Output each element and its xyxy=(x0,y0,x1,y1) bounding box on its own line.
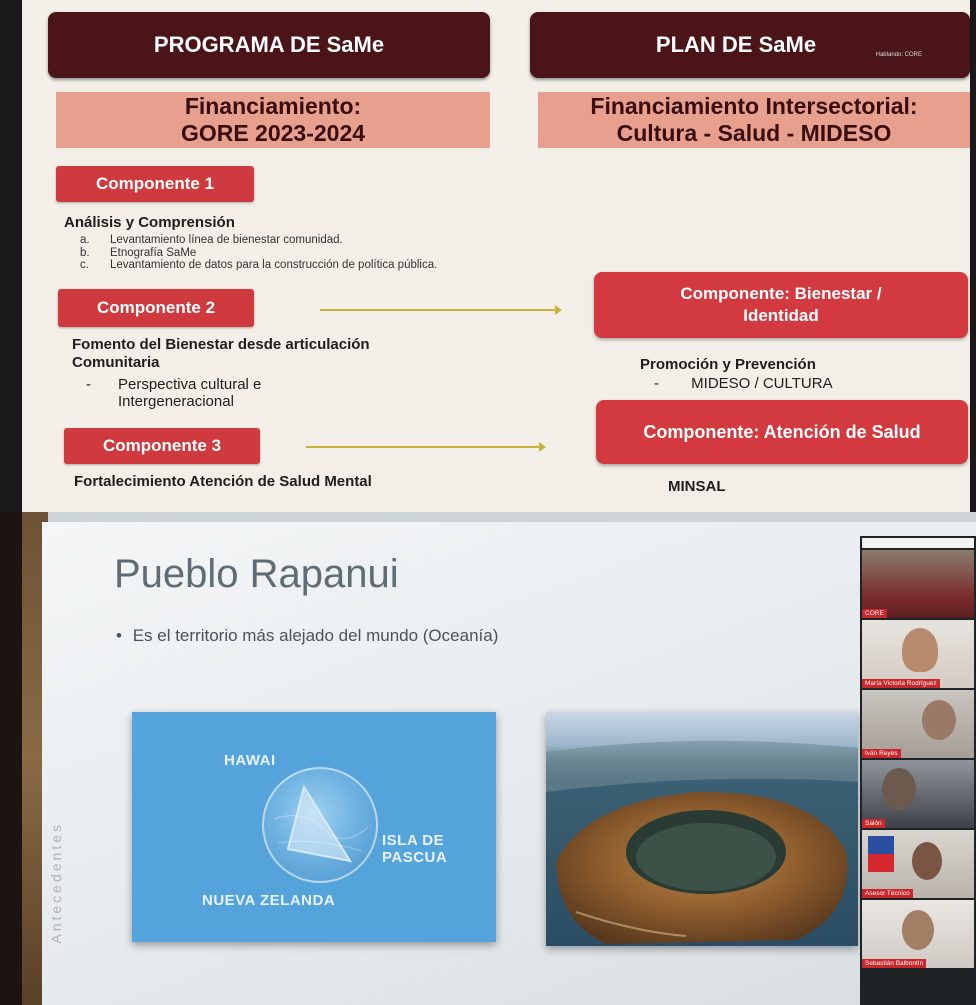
componente-2-bullet-line2: Intergeneracional xyxy=(118,393,234,410)
participant-name: Salón xyxy=(862,819,885,828)
financiamiento-left-line2: GORE 2023-2024 xyxy=(180,120,366,146)
componente-1-badge: Componente 1 xyxy=(56,166,254,202)
arrow-comp3-to-salud xyxy=(306,442,546,452)
bullet-marker: • xyxy=(116,626,122,645)
participant-avatar xyxy=(902,910,934,950)
polynesian-triangle-icon xyxy=(273,784,369,863)
financiamiento-intersectorial-box: Financiamiento Intersectorial: Cultura -… xyxy=(538,92,970,148)
participant-avatar xyxy=(922,700,956,740)
plan-header-text: PLAN DE SaMe xyxy=(655,32,817,57)
plan-salud-label: Componente: Atención de Salud xyxy=(643,422,921,442)
componente-1-list: a. Levantamiento línea de bienestar comun… xyxy=(80,234,600,272)
globe-illustration xyxy=(262,767,378,883)
componente-3-title: Fortalecimiento Atención de Salud Mental xyxy=(74,473,372,490)
financiamiento-left-line1: Financiamiento: xyxy=(184,93,362,119)
plan-bienestar-bullet: - MIDESO / CULTURA xyxy=(654,375,833,392)
slide-bullet: • Es el territorio más alejado del mundo… xyxy=(116,626,498,646)
participant-tile-5[interactable]: Asesor Técnico xyxy=(862,830,974,898)
screen-bezel-right xyxy=(970,0,976,512)
flag-icon xyxy=(868,836,894,872)
componente-3-label: Componente 3 xyxy=(102,436,222,455)
list-marker: c. xyxy=(80,259,89,271)
programa-header-text: PROGRAMA DE SaMe xyxy=(153,32,385,57)
plan-componente-bienestar: Componente: Bienestar / Identidad xyxy=(594,272,968,338)
map-label-isla-de-pascua: ISLA DE PASCUA xyxy=(382,832,448,866)
componente-2-title-line2: Comunitaria xyxy=(72,354,160,371)
componente-1-title: Análisis y Comprensión xyxy=(64,214,235,231)
componente-3-badge: Componente 3 xyxy=(64,428,260,464)
screen-bezel-left xyxy=(0,512,22,1005)
slide-bullet-text: Es el territorio más alejado del mundo (… xyxy=(132,626,499,645)
bottom-slide-photo: Pueblo Rapanui • Es el territorio más al… xyxy=(0,512,976,1005)
slide-title: Pueblo Rapanui xyxy=(114,552,399,596)
list-marker: b. xyxy=(80,246,90,259)
speaker-tag: Hablando: CORE xyxy=(875,52,922,58)
bullet-marker: - xyxy=(86,376,91,393)
participant-avatar xyxy=(882,768,916,810)
participant-tile-1[interactable]: CORE xyxy=(862,550,974,618)
crater-image xyxy=(546,740,858,944)
bullet-marker: - xyxy=(654,375,659,392)
plan-salud-title: MINSAL xyxy=(668,478,726,495)
list-item-text: Etnografía SaMe xyxy=(110,246,197,259)
participant-tile-3[interactable]: Iván Reyes xyxy=(862,690,974,758)
video-call-participants-panel: CORE María Victoria Rodríguez Iván Reyes… xyxy=(860,536,976,1005)
participant-name: CORE xyxy=(862,609,887,618)
section-side-label: Antecedentes xyxy=(48,822,64,944)
participant-name: Iván Reyes xyxy=(862,749,901,758)
oceania-map-card: HAWAI ISLA DE PASCUA NUEVA ZELANDA xyxy=(132,712,496,942)
participant-avatar xyxy=(912,842,942,880)
plan-bienestar-bullet-text: MIDESO / CULTURA xyxy=(691,375,833,392)
componente-2-title-line1: Fomento del Bienestar desde articulación xyxy=(72,336,370,353)
participant-name: Sebastián Balbontín xyxy=(862,959,927,968)
list-item: b. Etnografía SaMe xyxy=(80,247,600,260)
participant-name: María Victoria Rodríguez xyxy=(862,679,940,688)
componente-2-label: Componente 2 xyxy=(96,298,216,317)
arrow-comp2-to-bienestar xyxy=(320,305,562,315)
componente-2-bullet-line1: Perspectiva cultural e xyxy=(118,376,262,393)
plan-header: PLAN DE SaMe Hablando: CORE xyxy=(530,12,970,78)
top-slide-photo: PROGRAMA DE SaMe PLAN DE SaMe Hablando: … xyxy=(0,0,976,512)
video-call-toolbar xyxy=(862,538,974,548)
participant-avatar xyxy=(902,628,938,672)
map-label-hawai: HAWAI xyxy=(224,752,276,769)
list-item: c. Levantamiento de datos para la constru… xyxy=(80,259,600,272)
list-item-text: Levantamiento línea de bienestar comunid… xyxy=(110,234,343,246)
plan-componente-salud: Componente: Atención de Salud xyxy=(596,400,968,464)
componente-2-title: Fomento del Bienestar desde articulación… xyxy=(72,336,370,372)
componente-1-label: Componente 1 xyxy=(95,174,215,193)
plan-bienestar-title: Promoción y Prevención xyxy=(640,356,816,373)
participant-tile-4[interactable]: Salón xyxy=(862,760,974,828)
list-item: a. Levantamiento línea de bienestar comun… xyxy=(80,234,600,247)
componente-2-bullet: - Perspectiva cultural e Intergeneracion… xyxy=(86,376,261,410)
monitor-screen: Pueblo Rapanui • Es el territorio más al… xyxy=(42,522,976,1005)
participant-tile-2[interactable]: María Victoria Rodríguez xyxy=(862,620,974,688)
map-label-nueva-zelanda: NUEVA ZELANDA xyxy=(202,892,336,909)
componente-2-badge: Componente 2 xyxy=(58,289,254,327)
list-marker: a. xyxy=(80,234,90,246)
financiamiento-right-line2: Cultura - Salud - MIDESO xyxy=(616,120,892,146)
plan-bienestar-label-line2: Identidad xyxy=(743,306,819,325)
rano-kau-crater-photo xyxy=(546,712,858,946)
plan-bienestar-label-line1: Componente: Bienestar / xyxy=(680,284,882,303)
participant-name: Asesor Técnico xyxy=(862,889,913,898)
participant-tile-6[interactable]: Sebastián Balbontín xyxy=(862,900,974,968)
financiamiento-right-line1: Financiamiento Intersectorial: xyxy=(590,93,918,119)
financiamiento-gore-box: Financiamiento: GORE 2023-2024 xyxy=(56,92,490,148)
programa-header: PROGRAMA DE SaMe xyxy=(48,12,490,78)
screen-bezel-left xyxy=(0,0,22,512)
list-item-text: Levantamiento de datos para la construcc… xyxy=(110,259,438,271)
